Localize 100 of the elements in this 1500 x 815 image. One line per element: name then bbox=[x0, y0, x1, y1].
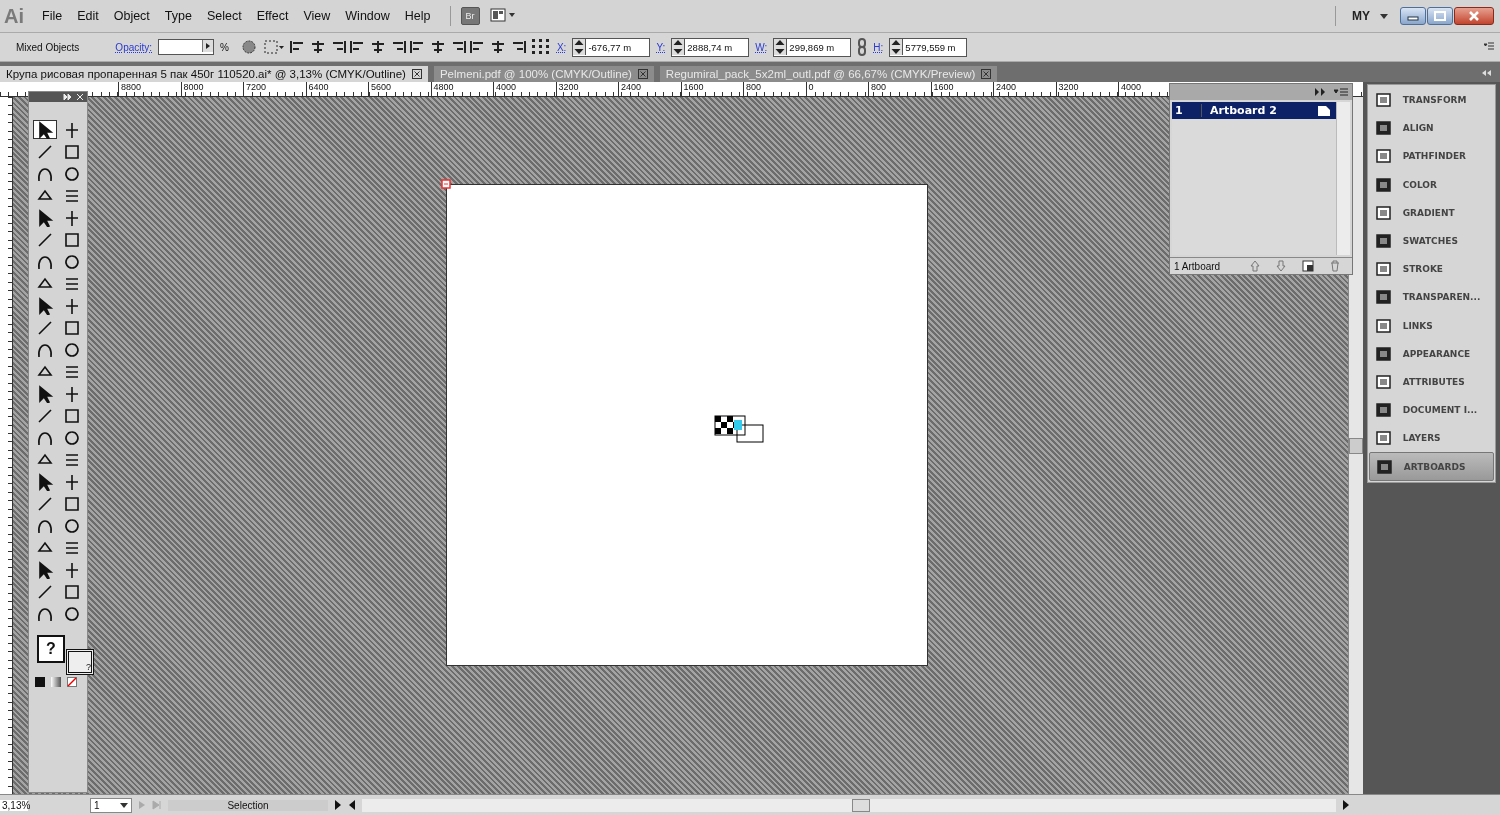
tool-icon bbox=[36, 142, 54, 161]
scroll-left-icon[interactable] bbox=[348, 800, 356, 810]
coordinate-field[interactable]: -676,77 m bbox=[572, 37, 651, 57]
menu-item[interactable]: Window bbox=[339, 7, 396, 25]
tool-icon bbox=[36, 318, 54, 337]
none-mode-icon[interactable] bbox=[67, 677, 77, 687]
tool-icon bbox=[63, 120, 81, 139]
panel-button[interactable]: ALIGN bbox=[1368, 114, 1494, 143]
color-mode-icon[interactable] bbox=[35, 677, 45, 687]
workspace-switcher[interactable]: MY bbox=[1346, 7, 1376, 25]
align-selection-icon[interactable] bbox=[262, 39, 285, 55]
artboard-navigation-field[interactable]: 1 bbox=[90, 797, 132, 813]
menu-item[interactable]: Select bbox=[200, 7, 248, 25]
opacity-field[interactable] bbox=[158, 39, 215, 55]
document-tab[interactable]: Крупа рисовая пропаренная 5 пак 450г 110520.ai* @ 3,13% (CMYK/Outline) bbox=[0, 66, 428, 82]
coordinate-field[interactable]: 299,869 m bbox=[773, 37, 852, 57]
panel-icon bbox=[1374, 402, 1393, 419]
stroke-swatch[interactable]: ? bbox=[66, 649, 94, 675]
panel-button[interactable]: TRANSFORM bbox=[1368, 86, 1494, 115]
recolor-icon[interactable] bbox=[240, 39, 257, 55]
tool-icon bbox=[36, 296, 54, 315]
panel-button[interactable]: PATHFINDER bbox=[1368, 142, 1494, 171]
move-up-icon[interactable] bbox=[1250, 260, 1260, 272]
stepper-icon[interactable] bbox=[890, 39, 904, 55]
tool-icon bbox=[36, 384, 54, 403]
selection-type-label: Mixed Objects bbox=[16, 41, 80, 53]
menu-item[interactable]: Effect bbox=[250, 7, 295, 25]
panel-button[interactable]: DOCUMENT I... bbox=[1368, 396, 1494, 425]
tool-icon bbox=[36, 494, 54, 513]
panel-button[interactable]: LAYERS bbox=[1368, 424, 1494, 453]
gradient-mode-icon[interactable] bbox=[51, 677, 61, 687]
tool-icon bbox=[36, 208, 54, 227]
bridge-button[interactable]: Br bbox=[460, 7, 480, 25]
tool-icon bbox=[63, 230, 81, 249]
coordinate-field[interactable]: 2888,74 m bbox=[671, 37, 750, 57]
coordinate-label[interactable]: Y: bbox=[656, 41, 666, 53]
tool-icon bbox=[63, 384, 81, 403]
panel-icon bbox=[1374, 120, 1393, 137]
move-down-icon[interactable] bbox=[1276, 260, 1286, 272]
collapse-icon[interactable] bbox=[62, 94, 84, 100]
panel-menu-icon[interactable] bbox=[1334, 88, 1348, 96]
panel-menu-icon[interactable] bbox=[1484, 42, 1494, 52]
stepper-icon[interactable] bbox=[573, 39, 587, 55]
percent-label: % bbox=[220, 41, 229, 53]
menu-item[interactable]: View bbox=[297, 7, 337, 25]
menu-item[interactable]: Object bbox=[107, 7, 156, 25]
menu-item[interactable]: File bbox=[36, 7, 69, 25]
scroll-right-icon[interactable] bbox=[1342, 800, 1350, 810]
coordinate-label[interactable]: H: bbox=[873, 41, 884, 53]
tool-button[interactable] bbox=[33, 120, 57, 139]
zoom-field[interactable]: 3,13% bbox=[0, 799, 28, 811]
panel-icon bbox=[1374, 261, 1393, 278]
tool-icon bbox=[36, 230, 54, 249]
panel-icon bbox=[1374, 373, 1393, 390]
reference-point-icon[interactable] bbox=[530, 38, 551, 56]
tool-icon bbox=[36, 472, 54, 491]
panel-button[interactable]: GRADIENT bbox=[1368, 198, 1494, 227]
close-icon bbox=[1468, 11, 1480, 21]
close-tab-icon[interactable] bbox=[981, 69, 992, 79]
status-field[interactable]: Selection bbox=[168, 799, 328, 811]
panel-button[interactable]: TRANSPAREN... bbox=[1368, 283, 1494, 312]
coordinate-label[interactable]: W: bbox=[755, 41, 768, 53]
menu-item[interactable]: Help bbox=[398, 7, 437, 25]
collapse-panels-icon[interactable] bbox=[1482, 70, 1492, 76]
status-menu-icon[interactable] bbox=[334, 800, 342, 810]
panel-button[interactable]: APPEARANCE bbox=[1368, 339, 1494, 368]
close-button[interactable] bbox=[1454, 7, 1494, 25]
close-tab-icon[interactable] bbox=[637, 69, 648, 79]
panel-button[interactable]: SWATCHES bbox=[1368, 226, 1494, 256]
caret-icon bbox=[1380, 13, 1388, 19]
horizontal-scrollbar[interactable] bbox=[362, 798, 1336, 812]
new-artboard-icon[interactable] bbox=[1302, 260, 1314, 272]
fill-swatch[interactable]: ? bbox=[37, 635, 65, 663]
menu-item[interactable]: Edit bbox=[71, 7, 105, 25]
maximize-button[interactable] bbox=[1427, 7, 1453, 25]
panel-icon bbox=[1374, 430, 1393, 447]
selected-objects-drawing bbox=[714, 415, 764, 443]
panel-button[interactable]: LINKS bbox=[1368, 311, 1494, 340]
stepper-icon[interactable] bbox=[672, 39, 686, 55]
artboard-row[interactable]: 1 Artboard 2 bbox=[1172, 102, 1336, 119]
opacity-link[interactable]: Opacity: bbox=[115, 41, 153, 53]
menu-item[interactable]: Type bbox=[158, 7, 198, 25]
stepper-icon[interactable] bbox=[774, 39, 788, 55]
panel-icon bbox=[1374, 345, 1393, 362]
scrollbar[interactable] bbox=[1336, 102, 1350, 255]
panel-button[interactable]: COLOR bbox=[1368, 170, 1494, 199]
panel-button[interactable]: STROKE bbox=[1368, 255, 1494, 284]
minimize-button[interactable] bbox=[1400, 7, 1426, 25]
coordinate-field[interactable]: 5779,559 m bbox=[889, 37, 968, 57]
close-tab-icon[interactable] bbox=[411, 69, 422, 79]
caret-icon bbox=[120, 802, 128, 808]
tool-icon bbox=[63, 604, 81, 623]
link-icon[interactable] bbox=[857, 38, 868, 56]
arrange-documents-button[interactable] bbox=[489, 7, 516, 25]
panel-icon bbox=[1374, 317, 1393, 334]
coordinate-label[interactable]: X: bbox=[556, 41, 567, 53]
panel-button[interactable]: ATTRIBUTES bbox=[1368, 367, 1494, 397]
tool-icon bbox=[63, 340, 81, 359]
trash-icon[interactable] bbox=[1330, 260, 1340, 272]
panel-button[interactable]: ARTBOARDS bbox=[1368, 452, 1494, 481]
